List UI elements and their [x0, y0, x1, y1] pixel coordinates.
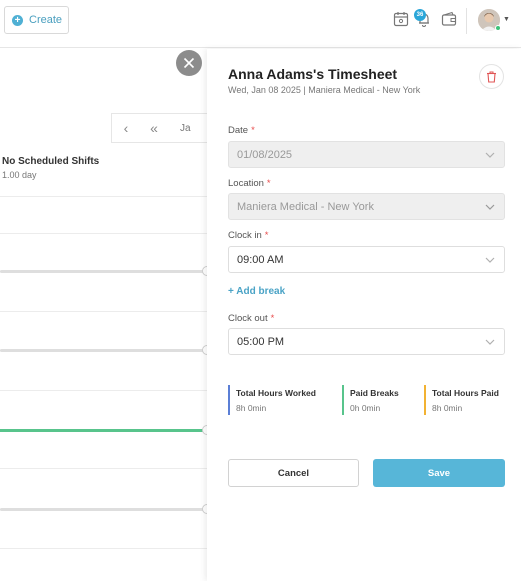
summary-value: 0h 0min: [350, 403, 381, 413]
timeline-track: [0, 349, 207, 352]
calendar-icon[interactable]: [392, 10, 410, 28]
summary-value: 8h 0min: [236, 403, 267, 413]
clock-out-label: Clock out *: [228, 313, 275, 324]
timeline-track-active: [0, 429, 205, 432]
close-icon: [183, 57, 195, 69]
clock-out-value: 05:00 PM: [237, 335, 285, 348]
summary-label: Paid Breaks: [350, 388, 399, 398]
row-divider: [0, 311, 207, 312]
top-bar: + Create 36 ▼: [0, 0, 521, 48]
timeline-track: [0, 270, 207, 273]
timeline-track: [0, 508, 207, 511]
clock-in-select[interactable]: 09:00 AM: [228, 246, 505, 273]
summary-value: 8h 0min: [432, 403, 463, 413]
prev-month-icon[interactable]: «: [140, 120, 168, 136]
chevron-down-icon[interactable]: ▼: [503, 16, 510, 23]
chevron-down-icon: [485, 204, 495, 210]
location-value: Maniera Medical - New York: [237, 200, 374, 213]
create-button[interactable]: + Create: [4, 6, 69, 34]
online-status-dot: [495, 25, 501, 31]
shift-duration: 1.00 day: [2, 170, 37, 180]
row-divider: [0, 390, 207, 391]
row-divider: [0, 196, 207, 197]
location-label: Location *: [228, 178, 271, 189]
wallet-icon[interactable]: [440, 10, 458, 28]
page-title: Anna Adams's Timesheet: [228, 66, 398, 82]
prev-week-icon[interactable]: ‹: [112, 120, 140, 136]
add-break-link[interactable]: + Add break: [228, 286, 285, 297]
save-button[interactable]: Save: [373, 459, 505, 487]
date-value: 01/08/2025: [237, 148, 293, 161]
delete-button[interactable]: [479, 64, 504, 89]
row-divider: [0, 548, 207, 549]
notification-badge: 36: [414, 9, 426, 21]
clock-in-value: 09:00 AM: [237, 253, 284, 266]
chevron-down-icon: [485, 152, 495, 158]
summary-label: Total Hours Worked: [236, 388, 316, 398]
date-navigation: ‹ « Ja: [111, 113, 207, 143]
row-divider: [0, 468, 207, 469]
total-hours-worked: Total Hours Worked 8h 0min: [228, 385, 338, 415]
chevron-down-icon: [485, 339, 495, 345]
summary-label: Total Hours Paid: [432, 388, 499, 398]
clock-in-label: Clock in *: [228, 230, 269, 241]
shift-title: No Scheduled Shifts: [2, 156, 100, 167]
top-divider: [466, 8, 467, 34]
clock-out-select[interactable]: 05:00 PM: [228, 328, 505, 355]
location-field: Maniera Medical - New York: [228, 193, 505, 220]
trash-icon: [487, 71, 496, 83]
create-label: Create: [29, 14, 63, 26]
chevron-down-icon: [485, 257, 495, 263]
date-label: Date *: [228, 125, 255, 136]
timesheet-panel: Anna Adams's Timesheet Wed, Jan 08 2025 …: [207, 49, 521, 581]
cancel-button[interactable]: Cancel: [228, 459, 359, 487]
plus-icon: +: [12, 14, 23, 26]
date-field: 01/08/2025: [228, 141, 505, 168]
paid-breaks: Paid Breaks 0h 0min: [342, 385, 422, 415]
date-label[interactable]: Ja: [180, 123, 191, 134]
close-button[interactable]: [176, 50, 202, 76]
timesheet-subtitle: Wed, Jan 08 2025 | Maniera Medical - New…: [228, 85, 421, 95]
total-hours-paid: Total Hours Paid 8h 0min: [424, 385, 509, 415]
row-divider: [0, 233, 207, 234]
